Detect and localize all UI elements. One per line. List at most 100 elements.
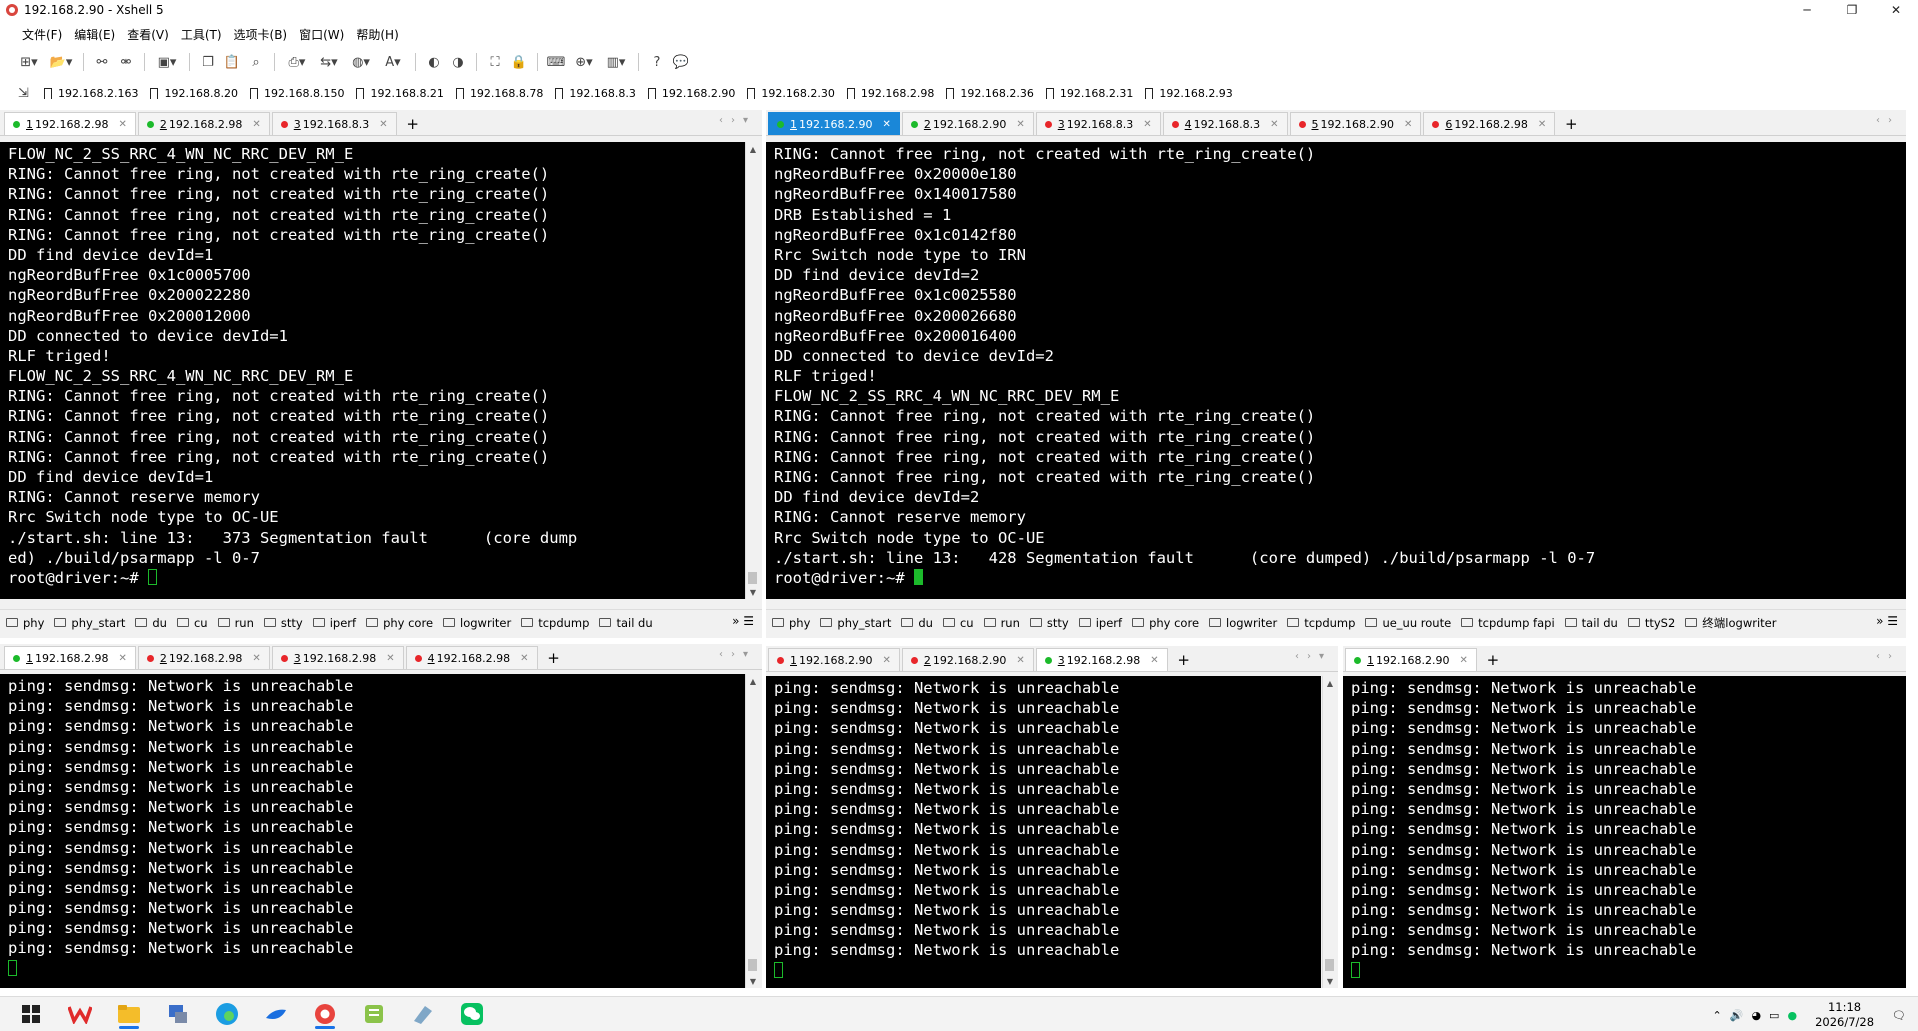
- close-tab-icon[interactable]: ✕: [386, 653, 394, 664]
- notepad-icon[interactable]: [356, 999, 392, 1029]
- session-tab[interactable]: 3 192.168.8.3 ✕: [1035, 112, 1161, 135]
- quick-command-button[interactable]: phy_start: [820, 616, 891, 630]
- session-tab[interactable]: 2 192.168.2.90 ✕: [901, 112, 1034, 135]
- quick-command-button[interactable]: cu: [176, 616, 208, 630]
- quick-session[interactable]: 192.168.2.90: [647, 87, 735, 100]
- quick-session[interactable]: 192.168.2.98: [846, 87, 934, 100]
- reconnect-icon[interactable]: ⚯: [93, 53, 111, 71]
- open-folder-icon[interactable]: 📂▾: [48, 53, 74, 71]
- quick-session[interactable]: 192.168.8.150: [249, 87, 344, 100]
- quick-command-button[interactable]: iperf: [1078, 616, 1122, 630]
- session-tab[interactable]: 3 192.168.2.98 ✕: [1035, 648, 1168, 671]
- quick-command-button[interactable]: tcpdump fapi: [1461, 616, 1555, 630]
- quick-command-button[interactable]: run: [217, 616, 254, 630]
- volume-icon[interactable]: 🔊: [1730, 1009, 1744, 1022]
- close-tab-icon[interactable]: ✕: [882, 119, 890, 130]
- quick-session[interactable]: 192.168.8.20: [150, 87, 238, 100]
- xshell-icon[interactable]: [307, 999, 343, 1029]
- tab-nav-arrows[interactable]: ‹›: [1876, 651, 1900, 662]
- close-tab-icon[interactable]: ✕: [882, 655, 890, 666]
- copy-icon[interactable]: ❐: [199, 53, 217, 71]
- scroll-up-icon[interactable]: ▲: [1323, 676, 1337, 690]
- add-tab-button[interactable]: +: [403, 113, 423, 135]
- scroll-down-icon[interactable]: ▼: [1323, 974, 1337, 988]
- add-tab-button[interactable]: +: [1174, 649, 1194, 671]
- add-tab-button[interactable]: +: [1483, 649, 1503, 671]
- menu-tools[interactable]: 工具(T): [181, 26, 222, 43]
- close-tab-icon[interactable]: ✕: [1016, 655, 1024, 666]
- more-commands-icon[interactable]: » ☰: [1876, 614, 1898, 628]
- tray-app-icon[interactable]: ▭: [1769, 1009, 1779, 1022]
- quick-command-button[interactable]: du: [135, 616, 167, 630]
- terminal-output[interactable]: ping: sendmsg: Network is unreachable pin…: [1343, 676, 1906, 988]
- disconnect-icon[interactable]: ⚮: [117, 53, 135, 71]
- session-tab[interactable]: 1 192.168.2.90 ✕: [1345, 648, 1477, 671]
- scroll-down-icon[interactable]: ▼: [746, 585, 760, 599]
- session-tab[interactable]: 2 192.168.2.98 ✕: [137, 646, 270, 669]
- minimize-button[interactable]: ─: [1785, 0, 1829, 20]
- terminal-scrollbar[interactable]: ▲ ▼: [1322, 676, 1336, 988]
- menu-view[interactable]: 查看(V): [127, 26, 169, 43]
- network-app-icon[interactable]: [160, 999, 196, 1029]
- session-tab[interactable]: 5 192.168.2.90 ✕: [1289, 112, 1422, 135]
- quick-session[interactable]: 192.168.2.30: [747, 87, 835, 100]
- quick-command-button[interactable]: tcpdump: [521, 616, 589, 630]
- font-icon[interactable]: A▾: [380, 53, 406, 71]
- quick-command-button[interactable]: phy_start: [54, 616, 125, 630]
- scroll-thumb[interactable]: [1325, 959, 1334, 971]
- more-commands-icon[interactable]: » ☰: [732, 614, 754, 628]
- xmanager-icon[interactable]: ◑: [449, 53, 467, 71]
- session-tab[interactable]: 4 192.168.2.98 ✕: [405, 646, 538, 669]
- quick-command-button[interactable]: tail du: [1564, 616, 1618, 630]
- quick-command-button[interactable]: iperf: [312, 616, 356, 630]
- close-tab-icon[interactable]: ✕: [379, 119, 387, 130]
- session-tab[interactable]: 1 192.168.2.90 ✕: [768, 112, 900, 135]
- terminal-output[interactable]: ping: sendmsg: Network is unreachable pin…: [766, 676, 1321, 988]
- wechat-tray-icon[interactable]: ●: [1787, 1009, 1797, 1022]
- quick-session[interactable]: 192.168.8.3: [555, 87, 636, 100]
- quick-command-button[interactable]: run: [983, 616, 1020, 630]
- transfer-icon[interactable]: ⇆▾: [316, 53, 342, 71]
- quick-session[interactable]: 192.168.2.31: [1045, 87, 1133, 100]
- layout-icon[interactable]: ▥▾: [603, 53, 629, 71]
- quick-command-button[interactable]: phy core: [366, 616, 433, 630]
- edge-icon[interactable]: [209, 999, 245, 1029]
- session-tab[interactable]: 3 192.168.8.3 ✕: [271, 112, 397, 135]
- new-session-icon[interactable]: ⊞▾: [16, 53, 42, 71]
- menu-window[interactable]: 窗口(W): [299, 26, 344, 43]
- xftp-icon[interactable]: ◐: [425, 53, 443, 71]
- quick-command-button[interactable]: logwriter: [1209, 616, 1277, 630]
- maximize-button[interactable]: ❐: [1830, 0, 1874, 20]
- tab-nav-arrows[interactable]: ‹›: [1876, 115, 1900, 126]
- tool-icon[interactable]: [405, 999, 441, 1029]
- menu-file[interactable]: 文件(F): [22, 26, 62, 43]
- tab-nav-arrows[interactable]: ‹›▾: [719, 649, 756, 660]
- close-tab-icon[interactable]: ✕: [118, 653, 126, 664]
- close-tab-icon[interactable]: ✕: [1016, 119, 1024, 130]
- quick-command-button[interactable]: stty: [1029, 616, 1069, 630]
- terminal-output[interactable]: FLOW_NC_2_SS_RRC_4_WN_NC_RRC_DEV_RM_E RIN…: [0, 142, 745, 599]
- ime-icon[interactable]: ◕: [1751, 1009, 1761, 1022]
- notification-icon[interactable]: 🗨: [1892, 1009, 1906, 1022]
- terminal-output[interactable]: ping: sendmsg: Network is unreachable pin…: [0, 674, 745, 988]
- quick-session[interactable]: 192.168.8.78: [455, 87, 543, 100]
- close-tab-icon[interactable]: ✕: [1143, 119, 1151, 130]
- session-tab[interactable]: 1 192.168.2.98 ✕: [4, 112, 136, 135]
- close-tab-icon[interactable]: ✕: [1270, 119, 1278, 130]
- quick-command-button[interactable]: tail du: [599, 616, 653, 630]
- file-explorer-icon[interactable]: [111, 999, 147, 1029]
- globe-icon[interactable]: ◍▾: [348, 53, 374, 71]
- quick-command-button[interactable]: phy: [6, 616, 44, 630]
- close-tab-icon[interactable]: ✕: [1150, 655, 1158, 666]
- keyboard-icon[interactable]: ⌨: [547, 53, 566, 71]
- quick-command-button[interactable]: du: [901, 616, 933, 630]
- tab-nav-arrows[interactable]: ‹›▾: [1295, 651, 1332, 662]
- wps-icon[interactable]: [62, 999, 98, 1029]
- quick-command-button[interactable]: ttyS2: [1627, 616, 1675, 630]
- help-icon[interactable]: ?: [648, 53, 666, 71]
- menu-edit[interactable]: 编辑(E): [74, 26, 115, 43]
- close-tab-icon[interactable]: ✕: [1404, 119, 1412, 130]
- chat-icon[interactable]: 💬: [672, 53, 690, 71]
- find-icon[interactable]: ⌕: [247, 53, 265, 71]
- session-tab[interactable]: 4 192.168.8.3 ✕: [1162, 112, 1288, 135]
